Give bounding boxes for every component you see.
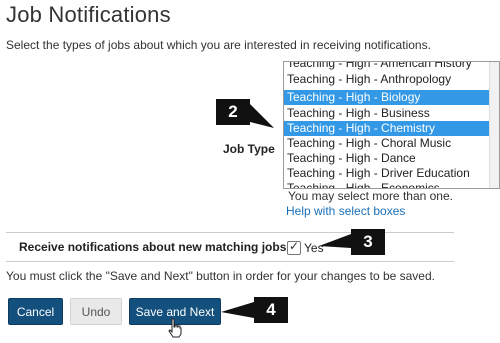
checkmark-icon: ✓ xyxy=(289,239,300,253)
callout-2-arrow xyxy=(250,104,274,128)
job-type-option-business[interactable]: Teaching - High - Business xyxy=(284,106,490,121)
job-type-option-driver-education[interactable]: Teaching - High - Driver Education xyxy=(284,166,490,181)
notifications-checkbox[interactable]: ✓ xyxy=(287,239,301,255)
job-type-option-anthropology[interactable]: Teaching - High - Anthropology xyxy=(284,72,490,87)
page-intro: Select the types of jobs about which you… xyxy=(6,38,431,52)
job-type-option-american-history[interactable]: Teaching - High - American History xyxy=(284,62,490,71)
job-type-option-biology[interactable]: Teaching - High - Biology xyxy=(284,90,490,105)
job-type-option-choral-music[interactable]: Teaching - High - Choral Music xyxy=(284,136,490,151)
select-hint: You may select more than one. xyxy=(288,189,453,203)
job-type-option-chemistry[interactable]: Teaching - High - Chemistry xyxy=(284,121,490,136)
page-title: Job Notifications xyxy=(6,2,171,27)
callout-3: 3 xyxy=(351,229,385,255)
callout-4: 4 xyxy=(254,297,288,323)
listbox-scrollbar[interactable] xyxy=(489,62,499,188)
cancel-button[interactable]: Cancel xyxy=(8,298,63,325)
help-select-boxes-link[interactable]: Help with select boxes xyxy=(286,204,405,218)
job-type-option-dance[interactable]: Teaching - High - Dance xyxy=(284,151,490,166)
callout-4-arrow xyxy=(221,302,254,318)
job-type-label: Job Type xyxy=(223,142,275,156)
notifications-label: Receive notifications about new matching… xyxy=(19,240,294,254)
save-notice: You must click the "Save and Next" butto… xyxy=(6,269,435,283)
notification-row: Receive notifications about new matching… xyxy=(6,232,454,262)
job-type-select[interactable]: Teaching - High - American History Teach… xyxy=(283,61,500,189)
job-type-option-economics[interactable]: Teaching - High - Economics xyxy=(284,181,490,188)
callout-2: 2 xyxy=(216,99,250,125)
yes-label[interactable]: Yes xyxy=(304,241,324,255)
hand-cursor-icon xyxy=(168,318,182,338)
undo-button[interactable]: Undo xyxy=(70,298,122,325)
